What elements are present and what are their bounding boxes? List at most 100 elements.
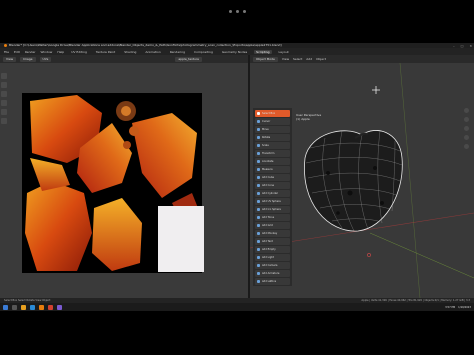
menu-file[interactable]: File <box>4 50 9 54</box>
tool-annotate[interactable]: Annotate <box>255 158 290 165</box>
start-button[interactable] <box>3 304 8 310</box>
tab-shading[interactable]: Shading <box>122 50 138 54</box>
tool-add-camera[interactable]: Add Camera <box>255 262 290 269</box>
uv-tool-select-icon[interactable] <box>1 73 7 79</box>
tool-select-box[interactable]: Select Box <box>255 110 290 117</box>
tool-transform[interactable]: Transform <box>255 150 290 157</box>
blender-taskbar-icon[interactable] <box>39 304 44 310</box>
tool-label: Add Cone <box>262 184 275 187</box>
uv-tool-annotate-icon[interactable] <box>1 118 7 124</box>
apple-mesh <box>304 130 403 232</box>
uv-menu-view[interactable]: View <box>3 56 17 62</box>
axis-gizmo-icon[interactable] <box>463 108 469 113</box>
tool-cursor[interactable]: Cursor <box>255 118 290 125</box>
system-tray: 3:57 PM 1/16/2023 <box>445 303 471 311</box>
clock-date[interactable]: 1/16/2023 <box>458 306 471 309</box>
app-icon[interactable] <box>57 304 62 310</box>
viewport-header: Object Mode View Select Add Object <box>250 55 474 63</box>
file-explorer-icon[interactable] <box>21 304 26 310</box>
tool-icon <box>257 264 260 267</box>
tool-add-ico-sphere[interactable]: Add Ico Sphere <box>255 206 290 213</box>
tab-layout[interactable]: Layout <box>277 50 291 54</box>
tool-label: Annotate <box>262 160 274 163</box>
camera-view-icon[interactable] <box>463 135 469 140</box>
vp-menu-object[interactable]: Object <box>316 57 326 61</box>
viewport-info: User Perspective (1) Apple <box>296 113 321 121</box>
tool-icon <box>257 120 260 123</box>
menu-window[interactable]: Window <box>41 50 53 54</box>
tab-texture-paint[interactable]: Texture Paint <box>94 50 117 54</box>
tab-compositing[interactable]: Compositing <box>192 50 215 54</box>
menu-render[interactable]: Render <box>25 50 36 54</box>
zoom-icon[interactable] <box>463 117 469 122</box>
tool-label: Add Camera <box>262 264 278 267</box>
window-dots <box>222 7 252 15</box>
tool-label: Transform <box>262 152 275 155</box>
tool-add-lattice[interactable]: Add Lattice <box>255 278 290 285</box>
tool-add-torus[interactable]: Add Torus <box>255 214 290 221</box>
tab-animation[interactable]: Animation <box>143 50 162 54</box>
tool-add-empty[interactable]: Add Empty <box>255 246 290 253</box>
pan-hand-icon[interactable] <box>463 126 469 131</box>
uv-island <box>129 126 139 136</box>
tool-label: Add Armature <box>262 272 280 275</box>
tool-add-cone[interactable]: Add Cone <box>255 182 290 189</box>
grid-line <box>369 232 474 279</box>
edge-browser-icon[interactable] <box>30 304 35 310</box>
minimize-button[interactable]: – <box>453 44 455 48</box>
menu-edit[interactable]: Edit <box>14 50 20 54</box>
vp-menu-view[interactable]: View <box>282 57 289 61</box>
uv-menu-image[interactable]: Image <box>20 56 36 62</box>
tool-label: Add Monkey <box>262 232 278 235</box>
scene-stats: Apple | Verts:41,326 | Faces:40,962 | Tr… <box>361 299 470 302</box>
vp-menu-select[interactable]: Select <box>293 57 302 61</box>
tool-icon <box>257 168 260 171</box>
tool-icon <box>257 240 260 243</box>
tool-add-armature[interactable]: Add Armature <box>255 270 290 277</box>
tool-add-monkey[interactable]: Add Monkey <box>255 230 290 237</box>
tab-uv-editing[interactable]: UV Editing <box>69 50 89 54</box>
tool-measure[interactable]: Measure <box>255 166 290 173</box>
tool-icon <box>257 256 260 259</box>
tool-add-cylinder[interactable]: Add Cylinder <box>255 190 290 197</box>
search-icon[interactable] <box>12 304 17 310</box>
tab-rendering[interactable]: Rendering <box>168 50 187 54</box>
tool-scale[interactable]: Scale <box>255 142 290 149</box>
unused-texture-space <box>158 206 204 272</box>
uv-tool-move-icon[interactable] <box>1 91 7 97</box>
tool-label: Add Torus <box>262 216 275 219</box>
tab-scripting[interactable]: Scripting <box>254 49 272 54</box>
tool-move[interactable]: Move <box>255 126 290 133</box>
close-button[interactable]: ✕ <box>469 44 472 48</box>
perspective-toggle-icon[interactable] <box>463 144 469 149</box>
uv-tool-scale-icon[interactable] <box>1 109 7 115</box>
image-selector[interactable]: apple_texture <box>175 56 203 62</box>
tool-rotate[interactable]: Rotate <box>255 134 290 141</box>
tool-icon <box>257 144 260 147</box>
tool-add-text[interactable]: Add Text <box>255 238 290 245</box>
uv-tool-rotate-icon[interactable] <box>1 100 7 106</box>
tool-icon <box>257 272 260 275</box>
tool-icon <box>257 112 260 115</box>
object-mode-dropdown[interactable]: Object Mode <box>253 56 278 62</box>
uv-toolbar <box>1 73 9 193</box>
menu-help[interactable]: Help <box>57 50 64 54</box>
chrome-icon[interactable] <box>48 304 53 310</box>
uv-menu-uvs[interactable]: UVs <box>39 56 52 62</box>
tool-add-grid[interactable]: Add Grid <box>255 222 290 229</box>
tool-label: Rotate <box>262 136 271 139</box>
maximize-button[interactable]: □ <box>461 44 464 48</box>
tab-geometry-nodes[interactable]: Geometry Nodes <box>220 50 249 54</box>
vp-menu-add[interactable]: Add <box>306 57 312 61</box>
tool-label: Add Light <box>262 256 274 259</box>
3d-cursor-icon[interactable] <box>367 253 371 257</box>
uv-tool-cursor-icon[interactable] <box>1 82 7 88</box>
window-title: Blender* [C:\Users\Walter\Google Drive\B… <box>9 43 282 47</box>
tool-label: Add Ico Sphere <box>262 208 281 211</box>
tool-add-light[interactable]: Add Light <box>255 254 290 261</box>
tool-add-uv-sphere[interactable]: Add UV Sphere <box>255 198 290 205</box>
tool-icon <box>257 248 260 251</box>
tool-add-cube[interactable]: Add Cube <box>255 174 290 181</box>
clock-time[interactable]: 3:57 PM <box>445 306 455 309</box>
tool-icon <box>257 136 260 139</box>
